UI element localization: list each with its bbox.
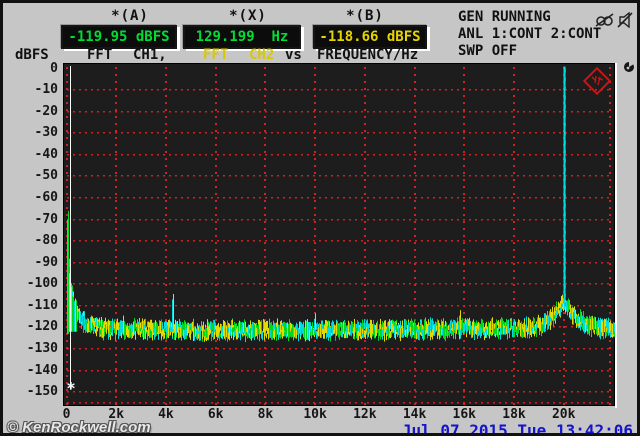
x-tick-label: 8k xyxy=(257,407,274,422)
analyzer-screen: *(A) *(X) *(B) -119.95 dBFS 129.199 Hz -… xyxy=(0,0,640,436)
x-tick-label: 4k xyxy=(158,407,174,422)
y-tick-label: 0 xyxy=(50,60,58,76)
y-tick-label: -80 xyxy=(34,233,58,249)
y-tick-label: -50 xyxy=(34,168,58,184)
y-tick-label: -60 xyxy=(34,189,58,205)
spectrum-plot xyxy=(3,3,637,433)
x-tick-label: 18k xyxy=(502,407,526,422)
x-tick-label: 10k xyxy=(303,407,327,422)
y-tick-label: -30 xyxy=(34,125,58,141)
datetime: Jul 07 2015 Tue 13:42:06 xyxy=(401,421,633,436)
y-tick-label: -90 xyxy=(34,254,58,270)
y-tick-label: -40 xyxy=(34,146,58,162)
x-tick-label: 6k xyxy=(207,407,224,422)
y-tick-label: -100 xyxy=(26,276,58,292)
y-tick-label: -140 xyxy=(26,362,58,378)
y-tick-label: -130 xyxy=(26,341,58,357)
x-tick-label: 16k xyxy=(452,407,477,422)
x-tick-label: 20k xyxy=(551,407,576,422)
watermark: © KenRockwell.com xyxy=(7,419,151,436)
x-tick-label: 12k xyxy=(353,407,377,422)
busy-indicator-icon xyxy=(624,61,634,72)
y-tick-label: -120 xyxy=(26,319,58,335)
y-tick-label: -20 xyxy=(34,103,58,119)
y-tick-label: -10 xyxy=(34,82,58,98)
y-tick-label: -70 xyxy=(34,211,58,227)
y-tick-label: -110 xyxy=(26,297,58,313)
x-tick-label: 14k xyxy=(402,407,427,422)
rs-diamond-logo xyxy=(582,66,612,96)
y-tick-label: -150 xyxy=(26,384,58,400)
